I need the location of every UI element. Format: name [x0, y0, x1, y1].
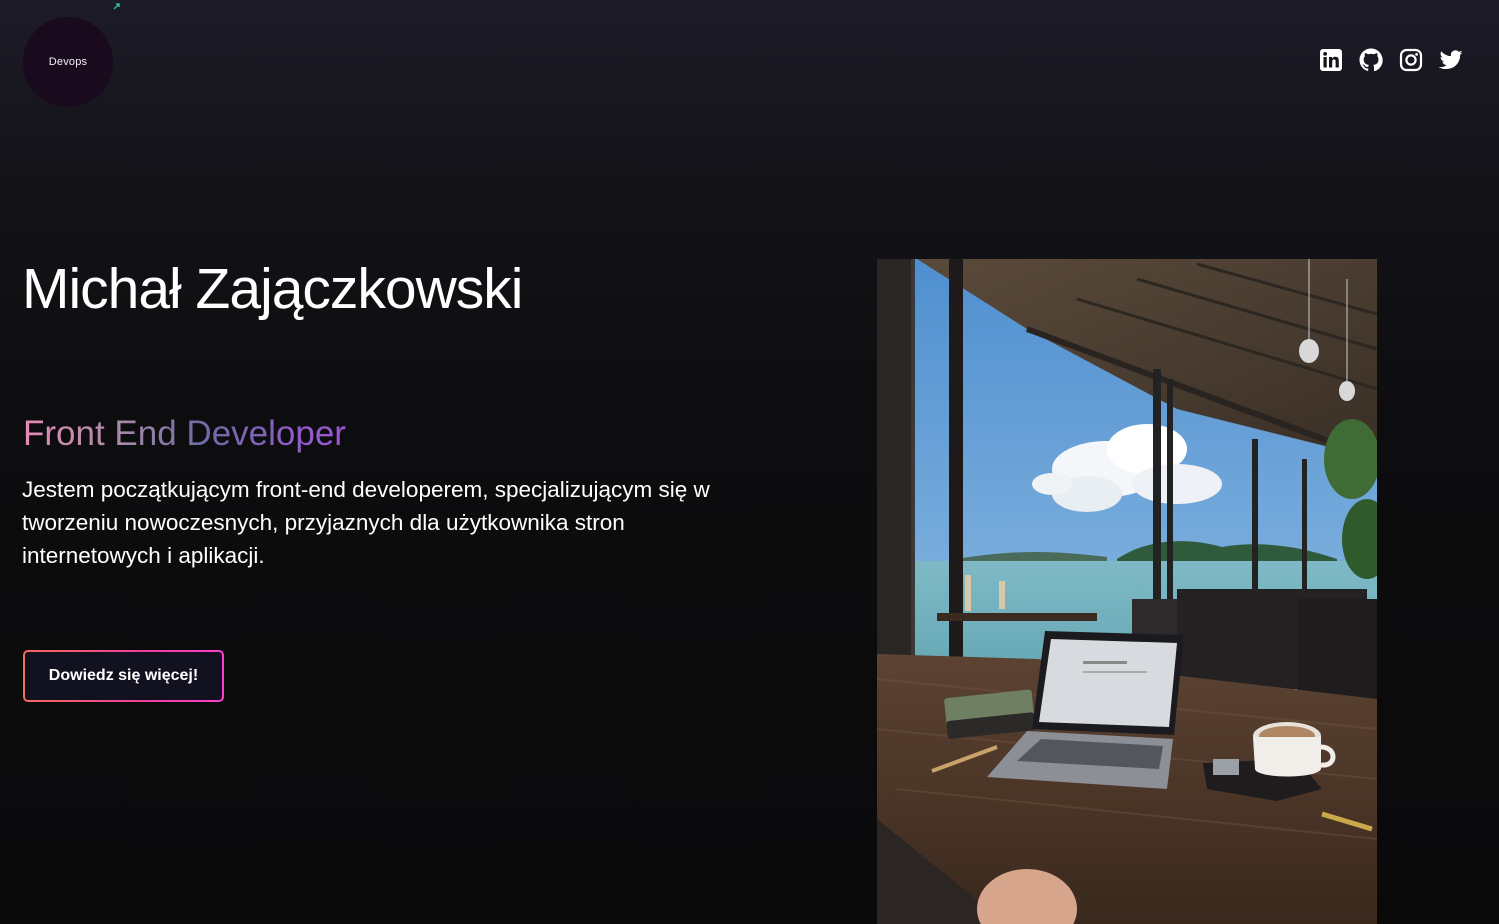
logo-mark-icon: [113, 3, 120, 10]
learn-more-button-label: Dowiedz się więcej!: [25, 652, 222, 700]
hero-name: Michał Zajączkowski: [22, 257, 523, 321]
hero-role: Front End Developer: [23, 414, 346, 453]
instagram-icon[interactable]: [1399, 48, 1423, 72]
learn-more-button[interactable]: Dowiedz się więcej!: [23, 650, 224, 702]
photo-cafe-laptop-sea-icon: [877, 259, 1377, 924]
social-links: [1319, 48, 1463, 72]
logo[interactable]: Devops: [23, 3, 120, 107]
hero-bio: Jestem początkującym front-end developer…: [22, 477, 710, 568]
twitter-icon[interactable]: [1439, 48, 1463, 72]
hero-photo: [877, 259, 1377, 924]
linkedin-icon[interactable]: [1319, 48, 1343, 72]
github-icon[interactable]: [1359, 48, 1383, 72]
logo-text: Devops: [48, 56, 88, 68]
